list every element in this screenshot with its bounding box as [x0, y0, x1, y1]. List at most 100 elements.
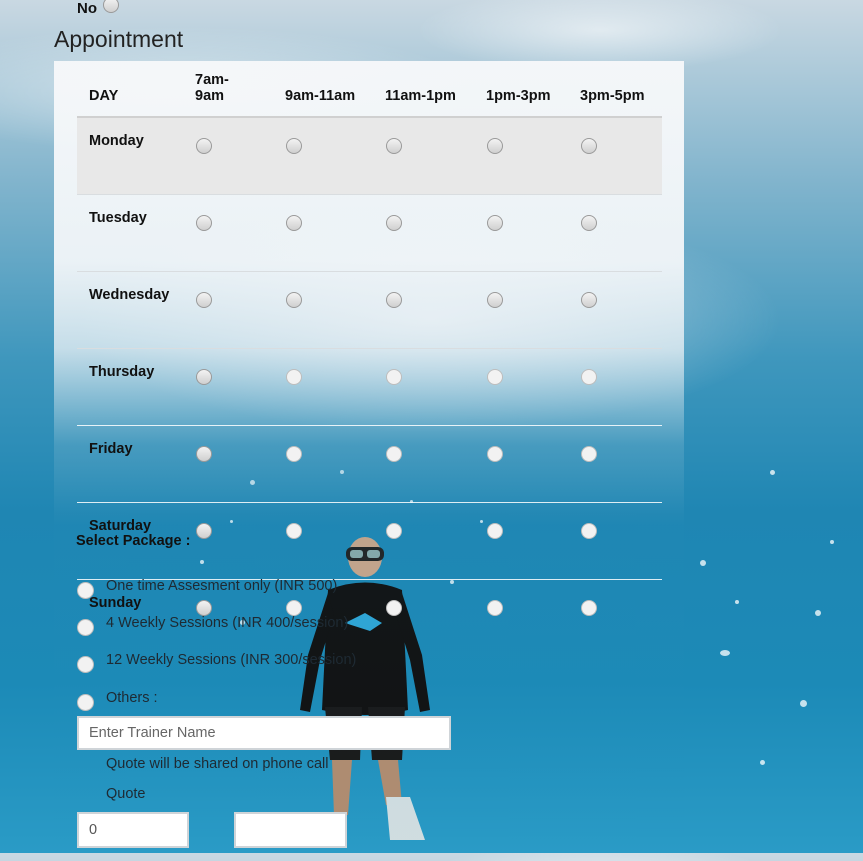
package-option-12-weekly[interactable]: 12 Weekly Sessions (INR 300/session) [77, 652, 356, 673]
slot-cell [486, 116, 580, 195]
slot-radio-wednesday-9am-11am[interactable] [286, 292, 302, 308]
slot-radio-friday-9am-11am[interactable] [286, 446, 302, 462]
slot-radio-tuesday-1pm-3pm[interactable] [487, 215, 503, 231]
secondary-input[interactable] [234, 812, 347, 848]
slot-radio-friday-11am-1pm[interactable] [386, 446, 402, 462]
slot-cell [580, 579, 662, 656]
slot-radio-saturday-11am-1pm[interactable] [386, 523, 402, 539]
day-label: Monday [77, 116, 195, 195]
slot-header-7am-9am: 7am- 9am [195, 72, 285, 117]
slot-radio-monday-7am-9am[interactable] [196, 138, 212, 154]
trainer-name-input[interactable] [77, 716, 451, 750]
slot-cell [195, 425, 285, 503]
slot-radio-saturday-3pm-5pm[interactable] [581, 523, 597, 539]
section-title: Appointment [54, 26, 184, 52]
package-radio-one-time[interactable] [77, 582, 94, 599]
slot-header-7am-9am-line2: 9am [195, 88, 225, 104]
slot-radio-wednesday-7am-9am[interactable] [196, 292, 212, 308]
package-option-label: One time Assesment only (INR 500) [106, 578, 338, 594]
slot-cell [580, 425, 662, 503]
slot-cell [486, 425, 580, 503]
slot-radio-thursday-7am-9am[interactable] [196, 369, 212, 385]
slot-cell [195, 194, 285, 272]
slot-cell [486, 271, 580, 349]
slot-radio-thursday-3pm-5pm[interactable] [581, 369, 597, 385]
slot-radio-monday-3pm-5pm[interactable] [581, 138, 597, 154]
quote-label: Quote [106, 786, 146, 802]
no-option-radio[interactable] [103, 0, 119, 13]
package-option-4-weekly[interactable]: 4 Weekly Sessions (INR 400/session) [77, 615, 348, 636]
package-option-label: 4 Weekly Sessions (INR 400/session) [106, 615, 349, 631]
slot-radio-sunday-1pm-3pm[interactable] [487, 600, 503, 616]
slot-cell [385, 348, 486, 426]
slot-radio-tuesday-9am-11am[interactable] [286, 215, 302, 231]
slot-radio-thursday-11am-1pm[interactable] [386, 369, 402, 385]
slot-radio-tuesday-7am-9am[interactable] [196, 215, 212, 231]
package-radio-12-weekly[interactable] [77, 656, 94, 673]
slot-header-3pm-5pm: 3pm-5pm [580, 88, 645, 104]
slot-header-1pm-3pm: 1pm-3pm [486, 88, 551, 104]
slot-cell [195, 116, 285, 195]
slot-cell [195, 348, 285, 426]
slot-radio-saturday-9am-11am[interactable] [286, 523, 302, 539]
slot-radio-sunday-9am-11am[interactable] [286, 600, 302, 616]
quote-input[interactable] [77, 812, 189, 848]
package-option-others[interactable]: Others : [77, 690, 158, 711]
schedule-table: DAY 7am- 9am 9am-11am 11am-1pm 1pm-3pm 3… [77, 72, 662, 656]
package-radio-4-weekly[interactable] [77, 619, 94, 636]
package-option-label: Others : [106, 690, 158, 706]
day-column-header: DAY [89, 88, 119, 104]
package-option-one-time[interactable]: One time Assesment only (INR 500) [77, 578, 337, 599]
slot-radio-saturday-7am-9am[interactable] [196, 523, 212, 539]
slot-cell [486, 348, 580, 426]
slot-cell [385, 194, 486, 272]
package-radio-others[interactable] [77, 694, 94, 711]
slot-radio-thursday-1pm-3pm[interactable] [487, 369, 503, 385]
schedule-row-wednesday: Wednesday [77, 271, 662, 349]
slot-radio-friday-3pm-5pm[interactable] [581, 446, 597, 462]
slot-cell [285, 502, 385, 580]
slot-cell [285, 116, 385, 195]
slot-radio-tuesday-3pm-5pm[interactable] [581, 215, 597, 231]
slot-radio-tuesday-11am-1pm[interactable] [386, 215, 402, 231]
slot-radio-monday-11am-1pm[interactable] [386, 138, 402, 154]
slot-radio-wednesday-1pm-3pm[interactable] [487, 292, 503, 308]
slot-radio-friday-7am-9am[interactable] [196, 446, 212, 462]
slot-cell [285, 271, 385, 349]
day-label: Tuesday [77, 194, 195, 272]
day-label: Thursday [77, 348, 195, 426]
slot-radio-sunday-3pm-5pm[interactable] [581, 600, 597, 616]
slot-cell [385, 271, 486, 349]
slot-cell [580, 194, 662, 272]
schedule-header-row: DAY 7am- 9am 9am-11am 11am-1pm 1pm-3pm 3… [77, 72, 662, 117]
slot-cell [385, 116, 486, 195]
slot-cell [580, 348, 662, 426]
slot-radio-saturday-1pm-3pm[interactable] [487, 523, 503, 539]
slot-radio-thursday-9am-11am[interactable] [286, 369, 302, 385]
slot-radio-sunday-11am-1pm[interactable] [386, 600, 402, 616]
slot-radio-sunday-7am-9am[interactable] [196, 600, 212, 616]
slot-cell [385, 425, 486, 503]
no-option: No [77, 0, 119, 17]
schedule-row-friday: Friday [77, 425, 662, 503]
slot-radio-friday-1pm-3pm[interactable] [487, 446, 503, 462]
slot-header-9am-11am: 9am-11am [285, 88, 356, 104]
slot-cell [385, 579, 486, 656]
slot-radio-wednesday-3pm-5pm[interactable] [581, 292, 597, 308]
day-label: Wednesday [77, 271, 195, 349]
no-option-label: No [77, 0, 97, 17]
package-option-label: 12 Weekly Sessions (INR 300/session) [106, 652, 357, 668]
slot-radio-monday-1pm-3pm[interactable] [487, 138, 503, 154]
slot-cell [195, 502, 285, 580]
slot-cell [285, 348, 385, 426]
slot-header-11am-1pm: 11am-1pm [385, 88, 456, 104]
slot-cell [486, 579, 580, 656]
schedule-body: Monday Tuesday Wednesday Thursday Friday Satu… [77, 116, 662, 656]
slot-cell [486, 502, 580, 580]
package-label: Select Package : [76, 533, 191, 549]
slot-radio-monday-9am-11am[interactable] [286, 138, 302, 154]
slot-cell [486, 194, 580, 272]
slot-radio-wednesday-11am-1pm[interactable] [386, 292, 402, 308]
schedule-row-tuesday: Tuesday [77, 194, 662, 272]
day-label: Friday [77, 425, 195, 503]
